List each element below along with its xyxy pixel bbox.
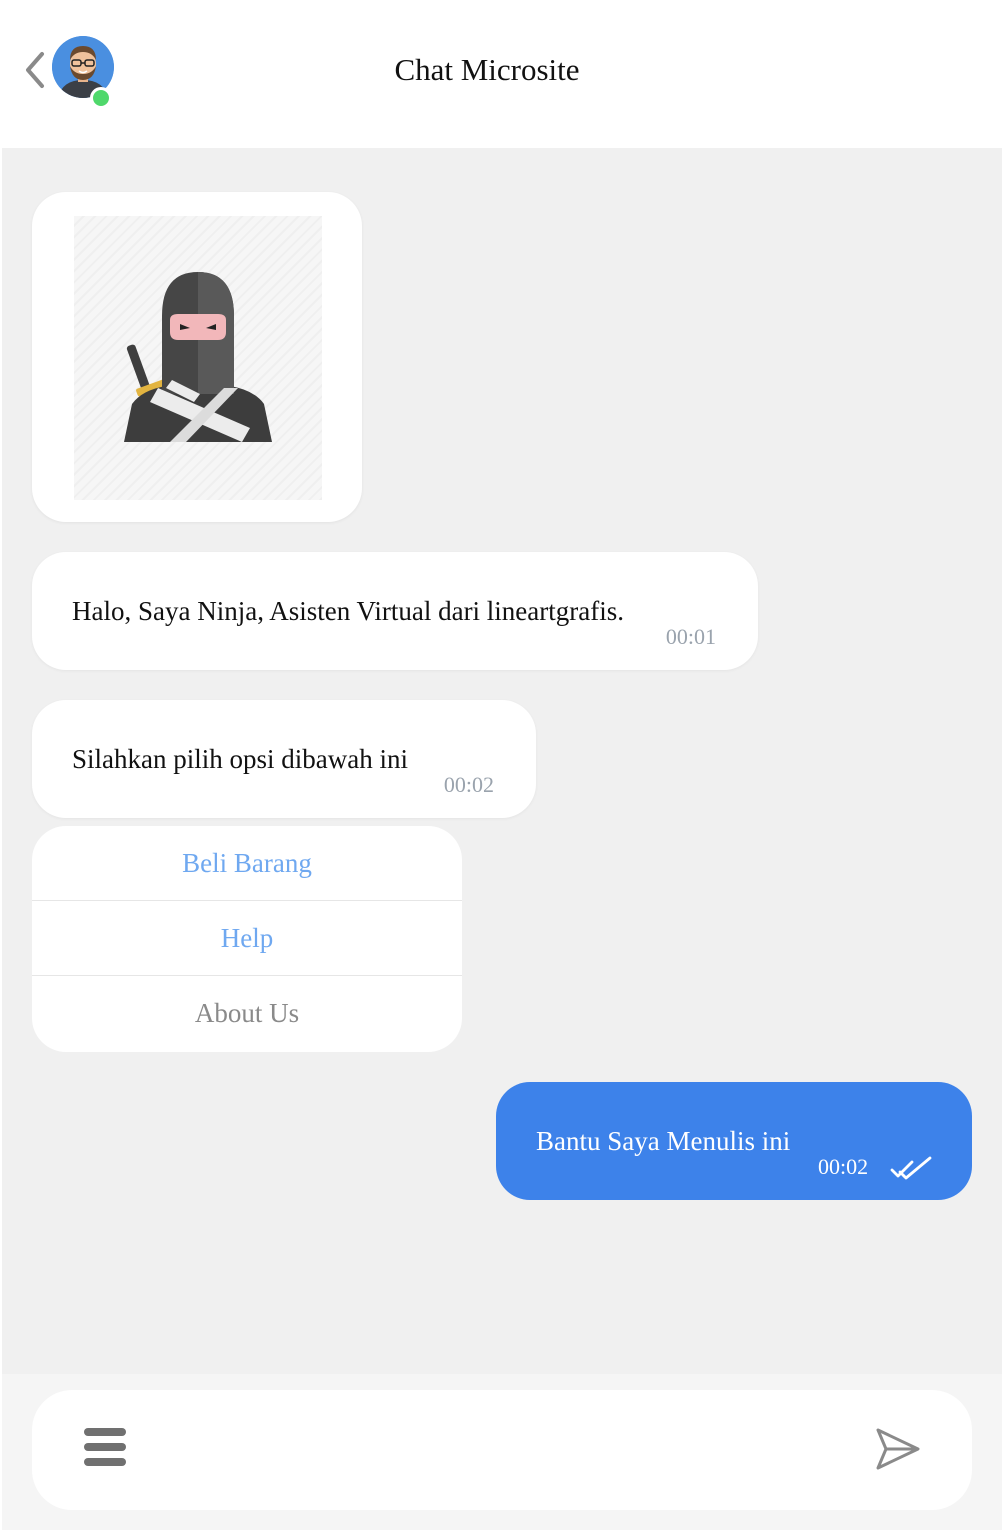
chat-footer <box>2 1374 1002 1530</box>
composer <box>32 1390 972 1510</box>
send-icon <box>876 1428 920 1470</box>
option-help[interactable]: Help <box>32 901 462 976</box>
chat-header: Chat Microsite <box>2 0 1002 148</box>
message-input[interactable] <box>162 1420 842 1480</box>
option-about-us[interactable]: About Us <box>32 976 462 1051</box>
user-message: Bantu Saya Menulis ini 00:02 <box>496 1082 972 1200</box>
chat-window: Chat Microsite Halo, Saya Ninja, Asisten… <box>2 0 1002 1530</box>
message-time: 00:02 <box>818 1154 869 1179</box>
double-check-icon <box>890 1156 932 1180</box>
message-time: 00:01 <box>665 624 716 649</box>
bot-message: Halo, Saya Ninja, Asisten Virtual dari l… <box>32 552 758 670</box>
hamburger-menu-icon <box>84 1428 126 1436</box>
option-beli-barang[interactable]: Beli Barang <box>32 826 462 901</box>
message-text: Bantu Saya Menulis ini <box>536 1126 791 1156</box>
window-edge <box>1002 0 1008 1530</box>
menu-button[interactable] <box>84 1428 130 1472</box>
bot-message: Silahkan pilih opsi dibawah ini 00:02 <box>32 700 536 818</box>
chat-title: Chat Microsite <box>394 52 580 87</box>
image-message[interactable] <box>32 192 362 522</box>
quick-reply-options: Beli Barang Help About Us <box>32 826 462 1052</box>
message-time: 00:02 <box>443 772 494 797</box>
message-text: Halo, Saya Ninja, Asisten Virtual dari l… <box>72 596 624 626</box>
ninja-image <box>74 216 322 500</box>
online-status-dot <box>90 87 112 109</box>
send-button[interactable] <box>872 1424 922 1474</box>
message-text: Silahkan pilih opsi dibawah ini <box>72 744 408 774</box>
